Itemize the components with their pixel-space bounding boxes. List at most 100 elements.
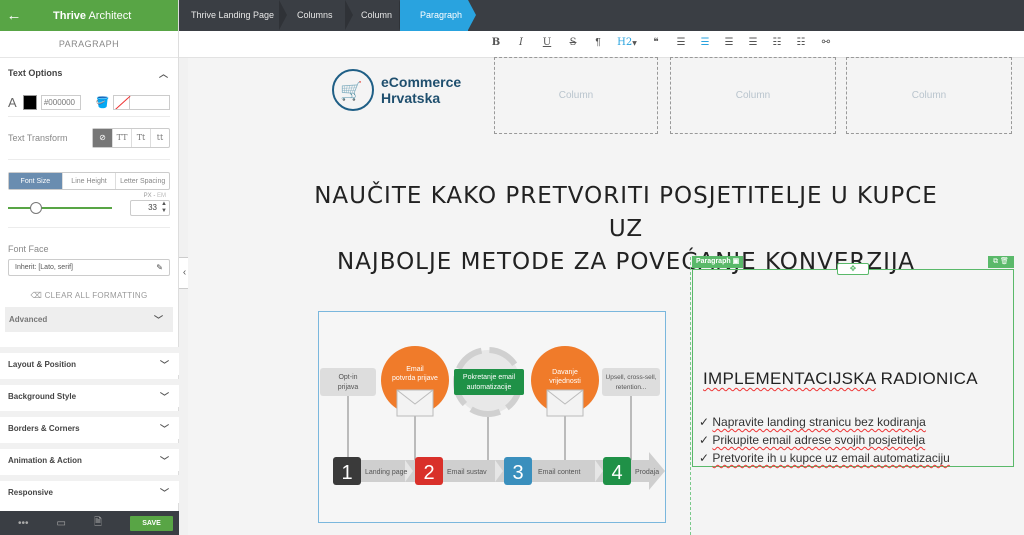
ecommerce-hrvatska-logo: 🛒 eCommerce Hrvatska [332,69,482,115]
save-template-icon[interactable]: ▣ [733,258,740,265]
link-icon[interactable]: ⚯ [819,37,833,48]
save-button[interactable]: SAVE [130,515,173,531]
unit-px[interactable]: PX [144,193,152,199]
font-size-slider-row: 33 ▲ ▼ [0,199,178,217]
align-justify-icon[interactable]: ☰ [746,37,760,48]
italic-button[interactable]: I [514,37,528,48]
text-transform-label: Text Transform [8,133,68,143]
list-item: ✓ Prikupite email adrese svojih posjetit… [699,433,926,447]
font-size-tabs: Font Size Line Height Letter Spacing [8,172,170,190]
stage-upsell-box [602,368,660,396]
align-right-icon[interactable]: ☰ [722,37,736,48]
breadcrumb-item-landing-page[interactable]: Thrive Landing Page [191,0,274,31]
font-color-icon: A [8,94,17,110]
breadcrumb-item-column[interactable]: Column [361,0,392,31]
stage-automation-line2: automatizacije [467,384,512,391]
step-2-number: 2 [423,462,434,484]
sidebar-header: ← Thrive Architect [0,0,178,31]
chevron-down-icon: ﹀ [159,487,169,498]
paint-bucket-icon: 🪣 [95,96,110,109]
spinner-icon[interactable]: ▲ ▼ [161,201,167,215]
funnel-image[interactable]: Opt-in prijava Email potvrda prijave Pok… [318,311,666,523]
tab-font-size[interactable]: Font Size [9,173,62,189]
breadcrumb: Thrive Landing Page Columns Column Parag… [179,0,1024,31]
column-placeholder-1[interactable]: Column [494,57,658,134]
chevron-down-icon: ﹀ [159,391,169,402]
font-size-slider[interactable] [8,202,112,214]
headline-line-1: NAUČITE KAKO PRETVORITI POSJETITELJE U K… [314,183,938,242]
numbered-list-icon[interactable]: ☷ [794,37,808,48]
app-window: ← Thrive Architect PARAGRAPH Text Option… [0,0,1024,535]
chevron-down-icon: ﹀ [153,315,163,325]
stage-upsell-line1: Upsell, cross-sell, [606,374,657,381]
stage-email-line1: Email [406,366,424,373]
blockquote-button[interactable]: ❝ [649,37,663,48]
list-item: ✓ Napravite landing stranicu bez kodiran… [699,415,926,429]
font-face-label: Font Face [8,244,49,254]
stage-upsell-line2: retention... [616,384,647,391]
text-color-hex-input[interactable]: #000000 [40,94,82,110]
sidebar-footer: ••• ▭ 🗎 SAVE [0,511,179,535]
text-transform-group: ⊘ TT Tt tt [92,128,170,148]
list-item: ✓ Pretvorite ih u kupce uz email automat… [699,451,950,465]
transform-none-button[interactable]: ⊘ [93,129,112,147]
align-left-icon[interactable]: ☰ [674,37,688,48]
font-size-input[interactable]: 33 ▲ ▼ [130,200,170,216]
benefits-list[interactable]: ✓ Napravite landing stranicu bez kodiran… [699,413,950,467]
section-layout-position[interactable]: Layout & Position ﹀ [0,347,179,375]
text-transform-row: Text Transform ⊘ TT Tt tt [0,117,178,159]
transform-capitalize-button[interactable]: Tt [131,129,150,147]
slider-thumb[interactable] [30,202,43,214]
column-placeholder-2[interactable]: Column [670,57,836,134]
strikethrough-button[interactable]: S [566,37,580,48]
pencil-icon[interactable]: ✎ [156,263,163,272]
section-background-style[interactable]: Background Style ﹀ [0,379,179,407]
highlight-color-swatch[interactable] [113,94,170,110]
advanced-toggle[interactable]: Advanced ﹀ [5,307,173,332]
transform-lowercase-button[interactable]: tt [150,129,169,147]
align-center-icon[interactable]: ☰ [698,37,712,48]
paragraph-heading[interactable]: IMPLEMENTACIJSKA RADIONICA [703,369,978,389]
more-icon[interactable]: ••• [18,518,29,529]
unit-em[interactable]: EM [157,193,166,199]
breadcrumb-item-columns[interactable]: Columns [297,0,333,31]
text-options-header[interactable]: Text Options ︿ [0,58,178,88]
text-options-title: Text Options [8,68,63,78]
stage-automation-box [454,369,524,395]
section-borders-corners[interactable]: Borders & Corners ﹀ [0,411,179,439]
delete-icon[interactable]: 🗑 [1000,258,1009,265]
element-actions: ⧉ 🗑 [988,256,1014,268]
step-1-label: Landing page [365,469,408,476]
clear-formatting-button[interactable]: ⌫ CLEAR ALL FORMATTING [0,291,178,300]
column-placeholder-3[interactable]: Column [846,57,1012,134]
bullet-list-icon[interactable]: ☷ [770,37,784,48]
paragraph-button[interactable]: ¶ [591,37,605,48]
chevron-down-icon: ﹀ [159,359,169,370]
section-animation-action[interactable]: Animation & Action ﹀ [0,443,179,471]
transform-uppercase-button[interactable]: TT [112,129,131,147]
paragraph-element-tag[interactable]: Paragraph ▣ [692,256,744,268]
stage-optin-line2: prijava [338,384,359,391]
font-face-value: Inherit: [Lato, serif] [15,264,73,271]
page-settings-icon[interactable]: 🗎 [94,515,102,532]
step-2-label: Email sustav [447,469,487,476]
font-face-select[interactable]: Inherit: [Lato, serif] ✎ [8,259,170,276]
tab-line-height[interactable]: Line Height [61,173,116,189]
arrow-left-icon[interactable]: ← [0,7,28,24]
stage-optin-box [320,368,376,396]
duplicate-icon[interactable]: ⧉ [993,258,998,265]
devices-icon[interactable]: ▭ [57,518,66,529]
heading-dropdown[interactable]: H2▼ [615,37,639,48]
bold-button[interactable]: B [489,37,503,48]
step-4-number: 4 [611,462,622,484]
shopping-cart-icon: 🛒 [340,81,363,101]
column-boundary [690,257,691,535]
section-responsive[interactable]: Responsive ﹀ [0,475,179,503]
text-toolbar: B I U S ¶ H2▼ ❝ ☰ ☰ ☰ ☰ ☷ ☷ ⚯ [179,31,1024,58]
move-handle-icon[interactable]: ✥ [837,263,869,275]
text-color-swatch[interactable] [22,94,37,110]
tab-letter-spacing[interactable]: Letter Spacing [115,173,169,189]
element-type-label: PARAGRAPH [0,31,178,58]
underline-button[interactable]: U [540,37,554,48]
editor-canvas: 🛒 eCommerce Hrvatska Column Column Column… [188,57,1024,535]
